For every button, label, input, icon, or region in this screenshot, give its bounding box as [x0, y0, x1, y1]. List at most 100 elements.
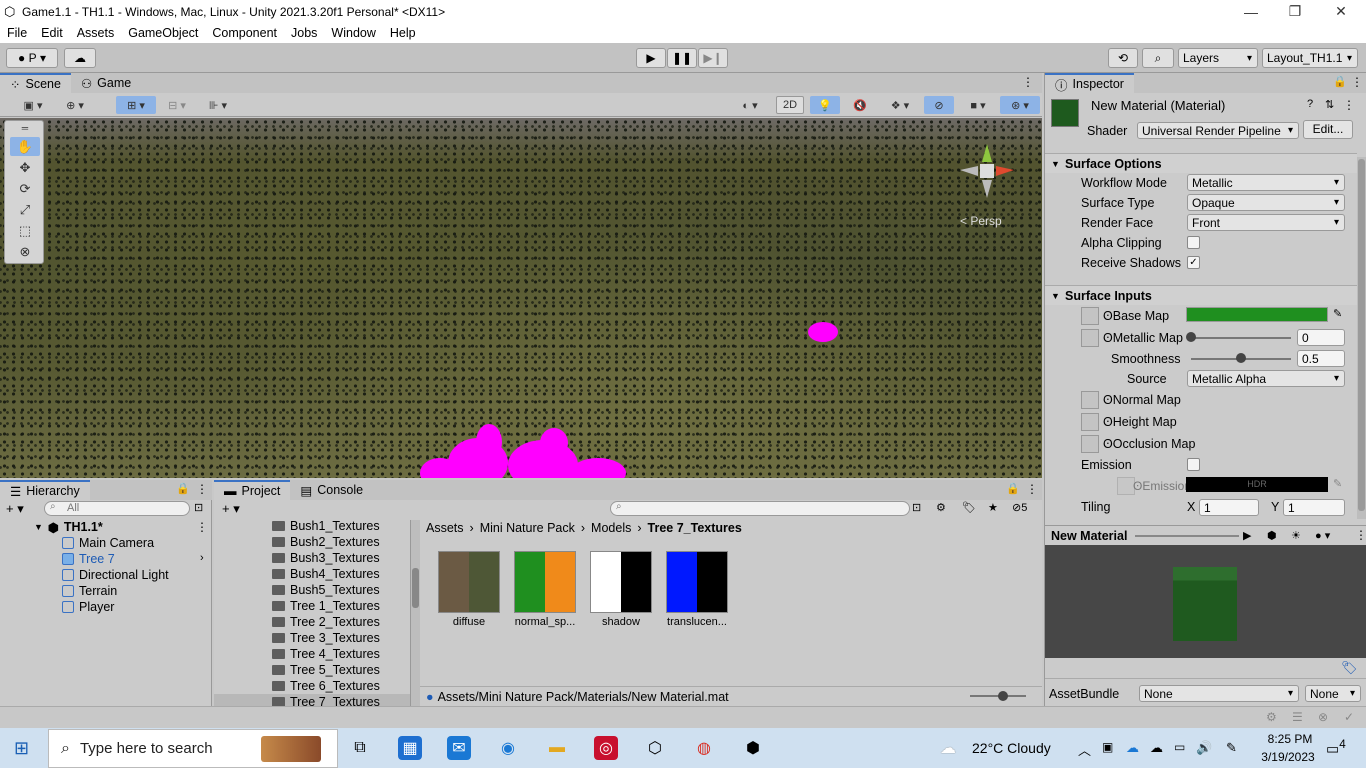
smoothness-slider-knob[interactable]	[1236, 353, 1246, 363]
scrollbar-thumb[interactable]	[412, 568, 419, 608]
shader-dropdown[interactable]: Universal Render Pipeline	[1137, 122, 1299, 139]
hierarchy-item-directional-light[interactable]: Directional Light	[62, 567, 169, 583]
status-check-icon[interactable]: ✓	[1344, 710, 1354, 724]
lock-icon[interactable]: 🔒	[176, 482, 190, 495]
scene-root[interactable]: ▼ ⬢ TH1.1*	[34, 519, 103, 535]
effects-dropdown[interactable]: ❖ ▾	[880, 96, 920, 114]
surface-type-dropdown[interactable]: Opaque	[1187, 194, 1345, 211]
network-icon[interactable]: ▭	[1174, 740, 1185, 754]
tab-scene[interactable]: ⁘ Scene	[0, 73, 71, 93]
shading-mode-dropdown[interactable]: ◐ ▾	[732, 96, 768, 114]
history-button[interactable]: ⟲	[1108, 48, 1138, 68]
hierarchy-item-tree-7[interactable]: Tree 7	[62, 551, 115, 567]
emission-color-swatch[interactable]: HDR	[1186, 477, 1328, 492]
source-dropdown[interactable]: Metallic Alpha	[1187, 370, 1345, 387]
pause-button[interactable]: ❚❚	[667, 48, 697, 68]
search-filter-icon[interactable]: ⊡	[912, 501, 921, 514]
lock-icon[interactable]: 🔒	[1006, 482, 1020, 495]
folder-tree-scrollbar[interactable]	[410, 520, 420, 706]
asset-thumb-translucency[interactable]	[666, 551, 728, 613]
weather-cloud-icon[interactable]: ☁	[940, 738, 956, 758]
layers-status-icon[interactable]: ☰	[1292, 710, 1303, 724]
scrollbar-thumb[interactable]	[1358, 159, 1365, 511]
tag-icon[interactable]: 🏷	[1341, 660, 1358, 676]
folder-item[interactable]: Bush4_Textures	[272, 566, 380, 582]
mail-icon[interactable]: ✉	[447, 736, 471, 760]
menu-component[interactable]: Component	[205, 26, 284, 40]
tab-game[interactable]: ⚇ Game	[71, 73, 141, 93]
progress-icon[interactable]: ⊗	[1318, 710, 1328, 724]
tab-project[interactable]: ▬ Project	[214, 480, 291, 500]
menu-edit[interactable]: Edit	[34, 26, 70, 40]
inspector-menu-icon[interactable]: ⋮	[1351, 75, 1363, 89]
preview-menu-icon[interactable]: ⋮	[1355, 528, 1366, 542]
folder-item[interactable]: Bush2_Textures	[272, 534, 380, 550]
star-icon[interactable]: ★	[988, 501, 998, 514]
perspective-label[interactable]: < Persp	[960, 214, 1002, 228]
folder-item[interactable]: Tree 1_Textures	[272, 598, 380, 614]
scene-menu-icon[interactable]: ⋮	[196, 520, 208, 534]
notification-icon[interactable]: ▭4	[1326, 738, 1346, 758]
clock-date[interactable]: 3/19/2023	[1256, 750, 1320, 764]
assetbundle-dropdown[interactable]: None	[1139, 685, 1299, 702]
folder-item[interactable]: Bush3_Textures	[272, 550, 380, 566]
metallic-map-slot[interactable]	[1081, 329, 1099, 347]
more-options-icon[interactable]: ⋮	[1022, 75, 1034, 89]
folder-item-selected[interactable]: Tree 7_Textures	[214, 694, 410, 706]
hierarchy-item-terrain[interactable]: Terrain	[62, 583, 117, 599]
breadcrumb-models[interactable]: Models	[591, 521, 631, 535]
lock-icon[interactable]: 🔒	[1333, 75, 1347, 88]
increment-snap-toggle[interactable]: ⊟ ▾	[160, 96, 194, 114]
weather-text[interactable]: 22°C Cloudy	[972, 740, 1051, 756]
project-search-input[interactable]	[610, 501, 910, 516]
menu-file[interactable]: File	[0, 26, 34, 40]
menu-jobs[interactable]: Jobs	[284, 26, 324, 40]
cube-preview-icon[interactable]: ⬢	[1267, 529, 1277, 542]
hierarchy-search-input[interactable]: All	[44, 501, 190, 516]
tab-inspector[interactable]: ⓘ Inspector	[1045, 73, 1134, 93]
minimize-button[interactable]: —	[1228, 0, 1274, 23]
material-preview[interactable]	[1045, 545, 1366, 658]
component-menu-icon[interactable]: ⋮	[1343, 98, 1355, 112]
unity-editor-icon[interactable]: ⬢	[741, 736, 765, 760]
drag-handle-icon[interactable]: ═	[10, 123, 40, 133]
move-tool-button[interactable]: ✥	[10, 158, 40, 177]
tiling-x-field[interactable]: 1	[1199, 499, 1259, 516]
cloud-tray-icon[interactable]: ☁	[1150, 740, 1163, 756]
preview-drag-bar[interactable]	[1135, 535, 1239, 537]
volume-icon[interactable]: 🔊	[1196, 740, 1212, 756]
hierarchy-item-main-camera[interactable]: Main Camera	[62, 535, 154, 551]
preset-icon[interactable]: ⇅	[1325, 98, 1334, 111]
menu-gameobject[interactable]: GameObject	[121, 26, 205, 40]
surface-inputs-header[interactable]: Surface Inputs	[1045, 285, 1357, 305]
inspector-scrollbar[interactable]	[1357, 157, 1366, 519]
height-map-slot[interactable]	[1081, 413, 1099, 431]
visibility-toggle[interactable]: ⊘	[924, 96, 954, 114]
2d-toggle[interactable]: 2D	[776, 96, 804, 114]
tab-hierarchy[interactable]: ☰ Hierarchy	[0, 480, 90, 500]
gizmos-dropdown[interactable]: ⊛ ▾	[1000, 96, 1040, 114]
account-dropdown[interactable]: ● P ▾	[6, 48, 58, 68]
layout-dropdown[interactable]: Layout_TH1.1	[1262, 48, 1358, 68]
occlusion-map-slot[interactable]	[1081, 435, 1099, 453]
store-icon[interactable]: ▦	[398, 736, 422, 760]
close-button[interactable]: ✕	[1318, 0, 1364, 23]
base-color-swatch[interactable]	[1186, 307, 1328, 322]
hidden-packages-icon[interactable]: ⊘5	[1012, 501, 1027, 514]
workflow-mode-dropdown[interactable]: Metallic	[1187, 174, 1345, 191]
breadcrumb-mini-nature-pack[interactable]: Mini Nature Pack	[480, 521, 575, 535]
thumbnail-size-knob[interactable]	[998, 691, 1008, 701]
clock-time[interactable]: 8:25 PM	[1262, 732, 1318, 746]
cloud-button[interactable]: ☁	[64, 48, 96, 68]
base-map-slot[interactable]	[1081, 307, 1099, 325]
hand-tool-button[interactable]: ✋	[10, 137, 40, 156]
file-explorer-icon[interactable]: ▬	[545, 736, 569, 760]
assetbundle-variant-dropdown[interactable]: None	[1305, 685, 1361, 702]
label-icon[interactable]: 🏷	[962, 501, 976, 514]
create-asset-button[interactable]: + ▾	[222, 501, 240, 517]
rotate-tool-button[interactable]: ⟳	[10, 179, 40, 198]
metallic-slider[interactable]	[1191, 337, 1291, 339]
menu-window[interactable]: Window	[324, 26, 382, 40]
light-preview-icon[interactable]: ☀	[1291, 529, 1301, 542]
hierarchy-menu-icon[interactable]: ⋮	[196, 482, 208, 496]
